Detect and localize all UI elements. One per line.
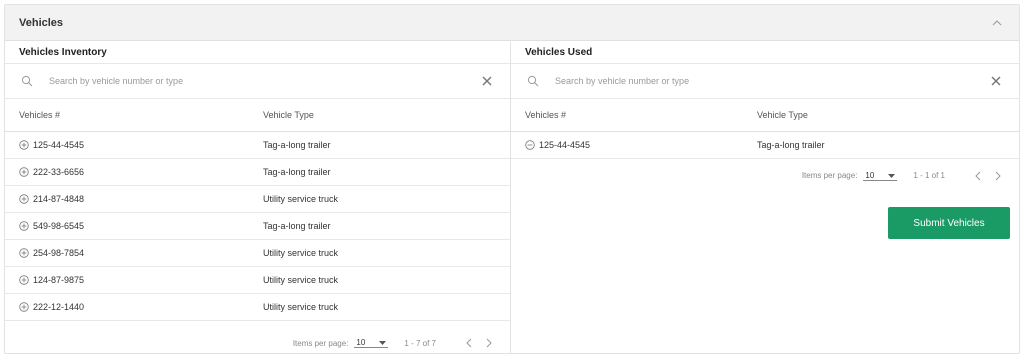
plus-circle-icon[interactable] <box>19 302 29 312</box>
page-range: 1 - 1 of 1 <box>913 171 945 180</box>
chevron-right-icon[interactable] <box>993 171 1003 181</box>
caret-down-icon <box>888 171 896 180</box>
chevron-right-icon[interactable] <box>484 338 494 348</box>
vehicle-type: Tag-a-long trailer <box>263 221 331 231</box>
close-icon[interactable] <box>989 74 1003 88</box>
inventory-search-input[interactable] <box>49 76 480 86</box>
vehicle-type: Utility service truck <box>263 194 339 204</box>
vehicle-type: Utility service truck <box>263 275 339 285</box>
vehicles-inventory-panel: Vehicles Inventory Vehicles # Vehicle Ty… <box>5 42 511 353</box>
used-search-bar <box>511 64 1019 99</box>
vehicles-used-panel: Vehicles Used Vehicles # Vehicle Type 12… <box>511 42 1019 353</box>
column-header-vehicle-number[interactable]: Vehicles # <box>511 110 757 120</box>
items-per-page-label: Items per page: <box>292 338 349 348</box>
vehicle-number: 125-44-4545 <box>539 140 591 150</box>
vehicle-number: 124-87-9875 <box>33 275 85 285</box>
search-icon <box>527 75 539 87</box>
vehicle-type: Utility service truck <box>263 248 339 258</box>
submit-vehicles-button[interactable]: Submit Vehicles <box>888 207 1010 239</box>
card-title: Vehicles <box>19 16 64 29</box>
plus-circle-icon[interactable] <box>19 194 29 204</box>
column-header-vehicle-number[interactable]: Vehicles # <box>5 110 263 120</box>
items-per-page-value: 10 <box>356 338 366 347</box>
plus-circle-icon[interactable] <box>19 140 29 150</box>
chevron-up-icon[interactable] <box>989 15 1005 31</box>
vehicle-type: Tag-a-long trailer <box>263 167 331 177</box>
items-per-page-label: Items per page: <box>801 171 858 180</box>
vehicle-number: 214-87-4848 <box>33 194 85 204</box>
items-per-page-select[interactable]: 10 <box>863 170 898 181</box>
minus-circle-icon[interactable] <box>525 140 535 150</box>
table-row: 254-98-7854 Utility service truck <box>5 240 510 267</box>
table-row: 214-87-4848 Utility service truck <box>5 186 510 213</box>
vehicle-type: Utility service truck <box>263 302 339 312</box>
plus-circle-icon[interactable] <box>19 167 29 177</box>
vehicle-number: 222-33-6656 <box>33 167 85 177</box>
page-range: 1 - 7 of 7 <box>404 338 436 348</box>
table-row: 222-12-1440 Utility service truck <box>5 294 510 321</box>
used-paginator: Items per page: 10 1 - 1 of 1 <box>511 159 1019 192</box>
vehicle-number: 549-98-6545 <box>33 221 85 231</box>
items-per-page-select[interactable]: 10 <box>354 338 389 348</box>
table-row: 125-44-4545 Tag-a-long trailer <box>511 132 1019 159</box>
close-icon[interactable] <box>480 74 494 88</box>
inventory-table-header: Vehicles # Vehicle Type <box>5 99 510 132</box>
card-header[interactable]: Vehicles <box>5 5 1019 41</box>
chevron-left-icon[interactable] <box>464 338 474 348</box>
vehicle-number: 254-98-7854 <box>33 248 85 258</box>
plus-circle-icon[interactable] <box>19 248 29 258</box>
vehicle-type: Tag-a-long trailer <box>757 140 825 150</box>
used-search-input[interactable] <box>555 76 989 86</box>
chevron-left-icon[interactable] <box>973 171 983 181</box>
plus-circle-icon[interactable] <box>19 221 29 231</box>
vehicle-number: 125-44-4545 <box>33 140 85 150</box>
inventory-paginator: Items per page: 10 1 - 7 of 7 <box>5 331 494 353</box>
table-row: 222-33-6656 Tag-a-long trailer <box>5 159 510 186</box>
vehicle-number: 222-12-1440 <box>33 302 85 312</box>
used-table-header: Vehicles # Vehicle Type <box>511 99 1019 132</box>
vehicle-type: Tag-a-long trailer <box>263 140 331 150</box>
inventory-search-bar <box>5 64 510 99</box>
table-row: 125-44-4545 Tag-a-long trailer <box>5 132 510 159</box>
column-header-vehicle-type[interactable]: Vehicle Type <box>757 110 1019 120</box>
inventory-title: Vehicles Inventory <box>5 42 510 64</box>
items-per-page-value: 10 <box>865 170 875 180</box>
plus-circle-icon[interactable] <box>19 275 29 285</box>
column-header-vehicle-type[interactable]: Vehicle Type <box>263 110 510 120</box>
vehicles-card: Vehicles Vehicles Inventory Vehicles # V… <box>4 4 1020 354</box>
search-icon <box>21 75 33 87</box>
used-title: Vehicles Used <box>511 42 1019 64</box>
caret-down-icon <box>379 338 387 347</box>
table-row: 124-87-9875 Utility service truck <box>5 267 510 294</box>
table-row: 549-98-6545 Tag-a-long trailer <box>5 213 510 240</box>
